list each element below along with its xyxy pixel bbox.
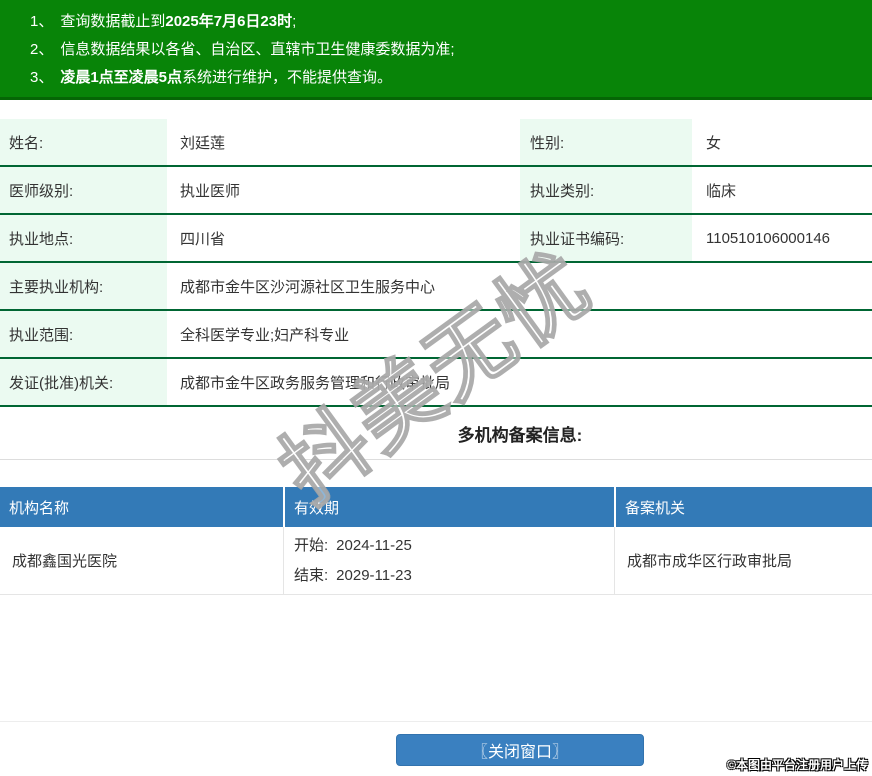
notice-text: 查询数据截止到 <box>60 13 165 30</box>
info-row-location-certificate: 执业地点: 四川省 执业证书编码: 110510106000146 <box>0 215 872 263</box>
notice-banner: 1、查询数据截止到2025年7月6日23时; 2、信息数据结果以各省、自治区、直… <box>0 0 872 100</box>
issuing-authority-label: 发证(批准)机关: <box>0 359 167 405</box>
bottom-spacer <box>0 595 872 722</box>
practice-location-label: 执业地点: <box>0 215 167 261</box>
copyright-watermark: ©本图由平台注册用户上传 <box>727 756 868 773</box>
info-row-level-category: 医师级别: 执业医师 执业类别: 临床 <box>0 167 872 215</box>
filing-table-header: 机构名称 有效期 备案机关 <box>0 487 872 527</box>
info-row-main-institution: 主要执业机构: 成都市金牛区沙河源社区卫生服务中心 <box>0 263 872 311</box>
info-row-practice-scope: 执业范围: 全科医学专业;妇产科专业 <box>0 311 872 359</box>
notice-number: 1、 <box>30 13 53 30</box>
institution-name-value: 成都鑫国光医院 <box>0 527 283 594</box>
notice-line-3: 3、凌晨1点至凌晨5点系统进行维护，不能提供查询。 <box>30 64 862 92</box>
gender-label: 性别: <box>520 119 692 165</box>
filing-col-institution-name: 机构名称 <box>0 487 283 527</box>
multi-institution-section: 多机构备案信息: <box>0 407 872 460</box>
filing-table-row: 成都鑫国光医院 开始: 2024-11-25 结束: 2029-11-23 成都市成… <box>0 527 872 595</box>
validity-start: 开始: 2024-11-25 <box>294 531 412 561</box>
info-row-name-gender: 姓名: 刘廷莲 性别: 女 <box>0 119 872 167</box>
validity-period-cell: 开始: 2024-11-25 结束: 2029-11-23 <box>283 527 614 594</box>
close-window-button[interactable]: 〖关闭窗口〗 <box>396 734 644 766</box>
validity-start-label: 开始: <box>294 537 328 554</box>
filing-authority-value: 成都市成华区行政审批局 <box>614 527 872 594</box>
issuing-authority-value: 成都市金牛区政务服务管理和行政审批局 <box>167 359 872 405</box>
filing-col-validity-period: 有效期 <box>283 487 614 527</box>
validity-end-date: 2029-11-23 <box>336 567 412 584</box>
doctor-level-value: 执业医师 <box>167 167 520 213</box>
practice-category-label: 执业类别: <box>520 167 692 213</box>
practitioner-info-table: 姓名: 刘廷莲 性别: 女 医师级别: 执业医师 执业类别: 临床 执业地点: … <box>0 119 872 407</box>
name-value: 刘廷莲 <box>167 119 520 165</box>
notice-number: 2、 <box>30 41 53 58</box>
notice-text-bold: 凌晨1点至凌晨5点 <box>60 69 182 86</box>
notice-text: ; <box>292 13 296 30</box>
notice-text: 系统进行维护，不能提供查询。 <box>182 69 392 86</box>
validity-end-label: 结束: <box>294 567 328 584</box>
main-institution-label: 主要执业机构: <box>0 263 167 309</box>
practitioner-query-result-page: 1、查询数据截止到2025年7月6日23时; 2、信息数据结果以各省、自治区、直… <box>0 0 872 776</box>
practice-location-value: 四川省 <box>167 215 520 261</box>
name-label: 姓名: <box>0 119 167 165</box>
notice-line-2: 2、信息数据结果以各省、自治区、直辖市卫生健康委数据为准; <box>30 36 862 64</box>
doctor-level-label: 医师级别: <box>0 167 167 213</box>
certificate-number-value: 110510106000146 <box>692 215 872 261</box>
validity-start-date: 2024-11-25 <box>336 537 412 554</box>
notice-line-1: 1、查询数据截止到2025年7月6日23时; <box>30 8 862 36</box>
filing-table: 机构名称 有效期 备案机关 成都鑫国光医院 开始: 2024-11-25 结束: 2… <box>0 487 872 595</box>
info-row-issuing-authority: 发证(批准)机关: 成都市金牛区政务服务管理和行政审批局 <box>0 359 872 407</box>
practice-scope-label: 执业范围: <box>0 311 167 357</box>
filing-col-filing-authority: 备案机关 <box>614 487 872 527</box>
section-title: 多机构备案信息: <box>168 407 872 459</box>
notice-number: 3、 <box>30 69 53 86</box>
validity-end: 结束: 2029-11-23 <box>294 561 412 591</box>
main-institution-value: 成都市金牛区沙河源社区卫生服务中心 <box>167 263 872 309</box>
notice-text: 信息数据结果以各省、自治区、直辖市卫生健康委数据为准; <box>60 41 454 58</box>
notice-text-bold: 2025年7月6日23时 <box>165 13 292 30</box>
practice-scope-value: 全科医学专业;妇产科专业 <box>167 311 872 357</box>
spacer <box>0 460 872 487</box>
practice-category-value: 临床 <box>692 167 872 213</box>
certificate-number-label: 执业证书编码: <box>520 215 692 261</box>
gender-value: 女 <box>692 119 872 165</box>
